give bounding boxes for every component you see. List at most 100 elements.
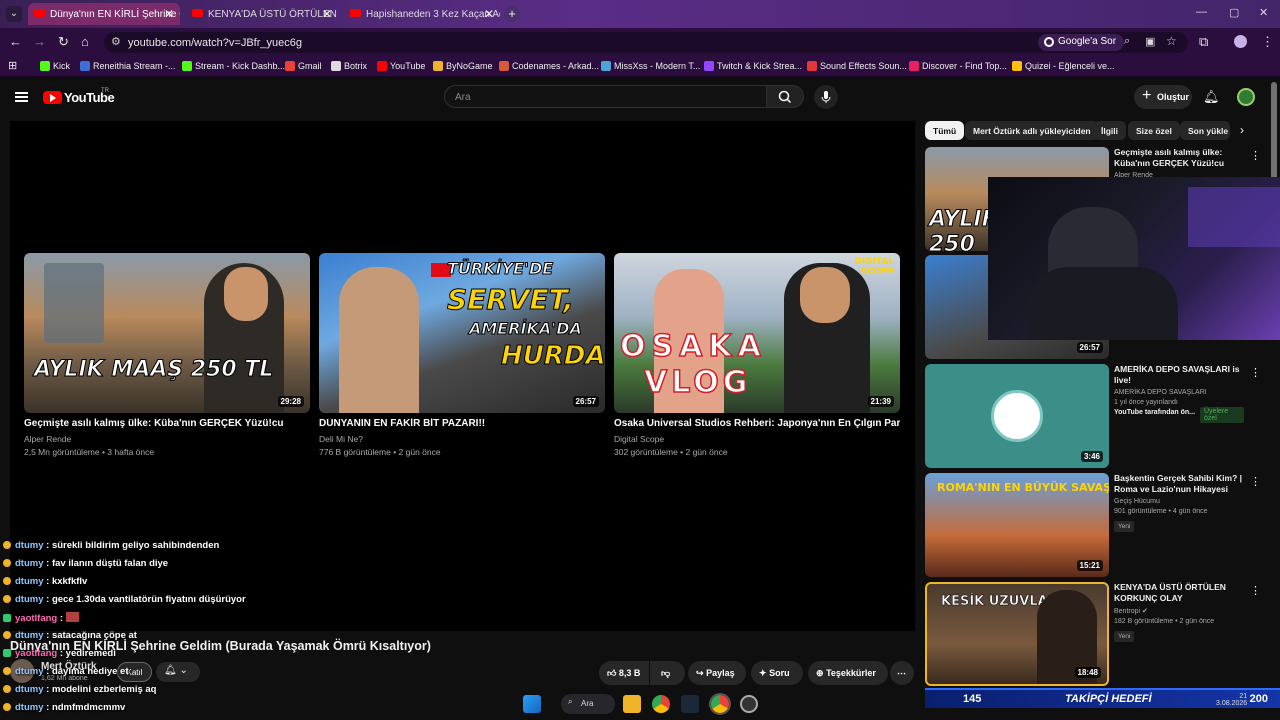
tab-dunya[interactable]: Dünya'nın EN KİRLİ Şehrine Gel ✕ bbox=[28, 3, 180, 25]
zoom-icon[interactable]: ⌕ bbox=[1124, 35, 1130, 48]
bookmark-gmail[interactable]: Gmail bbox=[285, 61, 322, 71]
bookmark-reneithia[interactable]: Reneithia Stream -... bbox=[80, 61, 176, 71]
menu-dots-icon[interactable]: ⋮ bbox=[1261, 34, 1274, 50]
chip-from-uploader[interactable]: Mert Öztürk adlı yükleyiciden bbox=[965, 121, 1099, 140]
bookmark-twitch-kick[interactable]: Twitch & Kick Strea... bbox=[704, 61, 802, 71]
ask-button[interactable]: ✦ Soru bbox=[751, 661, 803, 685]
endscreen-video-3[interactable]: DIGITAL SCOPE OSAKA VLOG 21:39 Osaka Uni… bbox=[614, 253, 900, 457]
search-button[interactable] bbox=[766, 85, 804, 108]
bookmark-discover[interactable]: Discover - Find Top... bbox=[909, 61, 1007, 71]
related-thumbnail[interactable]: 3:46 bbox=[925, 364, 1109, 468]
obs-icon[interactable] bbox=[740, 695, 758, 713]
forward-icon[interactable]: → bbox=[33, 34, 46, 49]
endscreen-thumbnail[interactable]: AYLIK MAAŞ 250 TL 29:28 bbox=[24, 253, 310, 413]
endscreen-thumbnail[interactable]: TÜRKİYE'DE SERVET, AMERİKA'DA HURDA 26:5… bbox=[319, 253, 605, 413]
notifications-bell-icon[interactable]: 🔔︎ bbox=[1203, 89, 1220, 105]
chip-recent[interactable]: Son yükle bbox=[1180, 121, 1230, 140]
endscreen-video-2[interactable]: TÜRKİYE'DE SERVET, AMERİKA'DA HURDA 26:5… bbox=[319, 253, 605, 457]
bookmark-sound-effects[interactable]: Sound Effects Soun... bbox=[807, 61, 907, 71]
minimize-icon[interactable]: — bbox=[1196, 6, 1207, 18]
bookmark-quizei[interactable]: Quizei - Eğlenceli ve... bbox=[1012, 61, 1115, 71]
more-actions-button[interactable]: ⋯ bbox=[890, 661, 914, 685]
face-shape bbox=[800, 267, 850, 323]
bookmark-kick-dashboard[interactable]: Stream - Kick Dashb... bbox=[182, 61, 285, 71]
more-vert-icon[interactable]: ⋮ bbox=[1250, 149, 1261, 162]
endscreen-thumbnail[interactable]: DIGITAL SCOPE OSAKA VLOG 21:39 bbox=[614, 253, 900, 413]
reload-icon[interactable]: ↻ bbox=[58, 34, 69, 50]
star-icon[interactable]: ☆ bbox=[1166, 34, 1177, 48]
menu-icon[interactable] bbox=[15, 92, 28, 102]
endscreen-video-1[interactable]: AYLIK MAAŞ 250 TL 29:28 Geçmişte asılı k… bbox=[24, 253, 310, 457]
close-tab-icon[interactable]: ✕ bbox=[322, 7, 332, 21]
home-icon[interactable]: ⌂ bbox=[81, 34, 89, 49]
share-button[interactable]: ↪ Paylaş bbox=[688, 661, 746, 685]
extensions-icon[interactable]: ⧉ bbox=[1199, 34, 1208, 50]
related-channel[interactable]: AMERİKA DEPO SAVAŞLARI bbox=[1114, 389, 1244, 396]
tab-search-icon[interactable]: ⌄ bbox=[6, 6, 22, 22]
windows-start-icon[interactable] bbox=[523, 695, 541, 713]
maximize-icon[interactable]: ▢ bbox=[1229, 6, 1239, 19]
taskbar-search[interactable]: ⌕ Ara bbox=[561, 694, 615, 714]
bookmark-codenames[interactable]: Codenames - Arkad... bbox=[499, 61, 599, 71]
bookmark-kick[interactable]: Kick bbox=[40, 61, 70, 71]
related-title[interactable]: AMERİKA DEPO SAVAŞLARI is live! bbox=[1114, 364, 1244, 386]
related-title[interactable]: Başkentin Gerçek Sahibi Kim? | Roma ve L… bbox=[1114, 473, 1244, 495]
youtube-logo-icon[interactable] bbox=[43, 91, 62, 104]
bookmark-missxss[interactable]: MissXss - Modern T... bbox=[601, 61, 700, 71]
url-text[interactable]: youtube.com/watch?v=JBfr_yuec6g bbox=[128, 37, 302, 49]
related-title[interactable]: KENYA'DA ÜSTÜ ÖRTÜLEN KORKUNÇ OLAY bbox=[1114, 582, 1244, 604]
steam-icon[interactable] bbox=[681, 695, 699, 713]
bookmark-youtube[interactable]: YouTube bbox=[377, 61, 425, 71]
related-channel[interactable]: Bentropi bbox=[1114, 608, 1140, 615]
related-channel[interactable]: Geçiş Hücumu bbox=[1114, 498, 1244, 505]
tab-kenya[interactable]: KENYA'DA ÜSTÜ ÖRTÜLEN KOF ✕ bbox=[186, 3, 338, 25]
video-title[interactable]: DÜNYANIN EN FAKİR BİT PAZARI!! bbox=[319, 418, 605, 429]
back-icon[interactable]: ← bbox=[9, 34, 22, 49]
close-tab-icon[interactable]: ✕ bbox=[484, 7, 494, 21]
google-lens-button[interactable]: Google'a Sor bbox=[1038, 34, 1125, 51]
chip-related[interactable]: İlgili bbox=[1093, 121, 1126, 140]
chrome-icon[interactable] bbox=[652, 695, 670, 713]
bookmark-bynogame[interactable]: ByNoGame bbox=[433, 61, 493, 71]
bookmark-botrix[interactable]: Botrix bbox=[331, 61, 367, 71]
profile-avatar[interactable] bbox=[1234, 35, 1247, 48]
channel-name[interactable]: Alper Rende bbox=[24, 434, 310, 444]
file-explorer-icon[interactable] bbox=[623, 695, 641, 713]
thanks-button[interactable]: ⊕ Teşekkürler bbox=[808, 661, 888, 685]
members-only-badge: Üyelere özel bbox=[1200, 407, 1244, 423]
cast-icon[interactable]: ▣ bbox=[1145, 35, 1155, 48]
chip-all[interactable]: Tümü bbox=[925, 121, 965, 140]
related-thumbnail[interactable]: KESİK UZUVLAR 18:48 bbox=[925, 582, 1109, 686]
more-vert-icon[interactable]: ⋮ bbox=[1250, 475, 1261, 488]
chip-for-you[interactable]: Size özel bbox=[1128, 121, 1180, 140]
more-vert-icon[interactable]: ⋮ bbox=[1250, 584, 1261, 597]
scrollbar-thumb[interactable] bbox=[1271, 82, 1277, 182]
related-title[interactable]: Geçmişte asılı kalmış ülke: Küba'nın GER… bbox=[1114, 147, 1244, 169]
tab-hapishane[interactable]: Hapishaneden 3 Kez Kaçan Ada ✕ bbox=[344, 3, 500, 25]
subscribed-bell-button[interactable]: 🔔︎ ⌄ bbox=[156, 662, 200, 682]
more-vert-icon[interactable]: ⋮ bbox=[1250, 366, 1261, 379]
person-shape bbox=[339, 267, 419, 413]
video-title[interactable]: Osaka Universal Studios Rehberi: Japonya… bbox=[614, 418, 900, 429]
chevron-right-icon[interactable]: › bbox=[1240, 123, 1244, 137]
new-tab-button[interactable]: + bbox=[504, 6, 520, 22]
related-channel-row[interactable]: Bentropi ✔ bbox=[1114, 607, 1244, 615]
account-avatar[interactable] bbox=[1237, 88, 1255, 106]
close-tab-icon[interactable]: ✕ bbox=[164, 7, 174, 21]
chrome-active-icon[interactable] bbox=[709, 693, 731, 715]
dislike-button[interactable]: 👎︎ bbox=[650, 661, 685, 685]
omnibox[interactable]: ⚙ youtube.com/watch?v=JBfr_yuec6g Google… bbox=[104, 32, 1188, 53]
like-button[interactable]: 👍︎ 8,3 B bbox=[599, 661, 649, 685]
video-title[interactable]: Geçmişte asılı kalmış ülke: Küba'nın GER… bbox=[24, 418, 310, 429]
channel-name[interactable]: Digital Scope bbox=[614, 434, 900, 444]
channel-name[interactable]: Deli Mi Ne? bbox=[319, 434, 605, 444]
site-info-icon[interactable]: ⚙ bbox=[111, 35, 121, 48]
close-window-icon[interactable]: ✕ bbox=[1259, 6, 1268, 19]
video-player[interactable]: AYLIK MAAŞ 250 TL 29:28 Geçmişte asılı k… bbox=[10, 121, 915, 631]
search-input[interactable]: Ara bbox=[444, 85, 767, 108]
voice-search-button[interactable] bbox=[814, 85, 838, 109]
taskbar-clock[interactable]: 21 3.08.2026 bbox=[1216, 693, 1247, 707]
create-button[interactable]: + Oluştur bbox=[1134, 85, 1192, 109]
related-thumbnail[interactable]: ROMA'NIN EN BÜYÜK SAVAŞI 15:21 bbox=[925, 473, 1109, 577]
apps-grid-icon[interactable]: ⊞ bbox=[8, 59, 17, 72]
